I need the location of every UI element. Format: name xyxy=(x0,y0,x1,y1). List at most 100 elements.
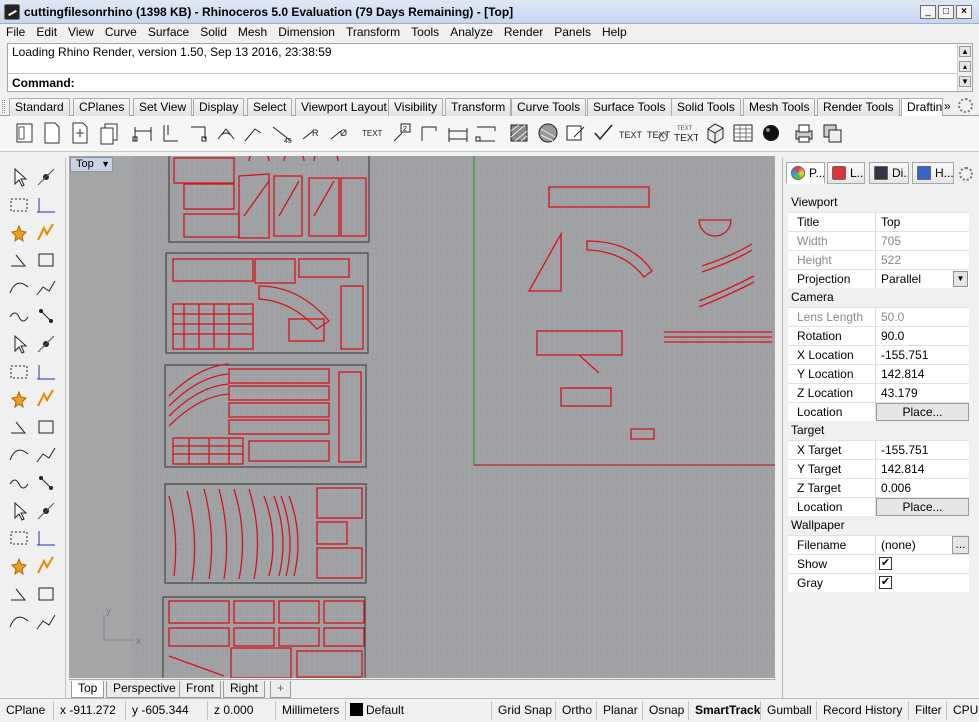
shade-icon[interactable] xyxy=(33,609,59,635)
viewport-menu-arrow-icon[interactable]: ▼ xyxy=(101,158,110,171)
prop-value-title[interactable]: Top xyxy=(876,213,969,231)
vp-tab-right[interactable]: Right xyxy=(223,681,266,698)
menu-dimension[interactable]: Dimension xyxy=(272,24,340,41)
panel-tab-layers[interactable]: L... xyxy=(827,162,865,184)
menu-render[interactable]: Render xyxy=(498,24,548,41)
viewport-title-label[interactable]: Top ▼ xyxy=(70,157,113,172)
prop-value-ytarget[interactable]: 142.814 xyxy=(876,460,969,478)
dim-linear-icon[interactable] xyxy=(131,119,155,147)
curve-icon[interactable] xyxy=(6,275,32,301)
text-icon[interactable] xyxy=(6,581,32,607)
page-icon[interactable] xyxy=(40,119,64,147)
maximize-button[interactable]: □ xyxy=(938,5,954,19)
viewport-canvas[interactable]: y x xyxy=(69,156,775,678)
menu-view[interactable]: View xyxy=(62,24,99,41)
toggle-ortho[interactable]: Ortho xyxy=(556,701,597,720)
status-units[interactable]: Millimeters xyxy=(276,701,346,720)
rectangle-curve-icon[interactable] xyxy=(33,247,59,273)
toggle-smarttrack[interactable]: SmartTrack xyxy=(689,701,761,720)
ellipse-icon[interactable] xyxy=(6,386,32,412)
rhino-app-icon[interactable] xyxy=(4,4,20,20)
tab-drafting[interactable]: Drafting xyxy=(901,98,943,116)
polyline-icon[interactable] xyxy=(6,247,32,273)
prop-value-xtarget[interactable]: -155.751 xyxy=(876,441,969,459)
panel-tab-display[interactable]: Di... xyxy=(869,162,909,184)
layout-options-icon[interactable] xyxy=(820,119,844,147)
text-dim-icon[interactable]: TEXT xyxy=(361,119,385,147)
make2d-icon[interactable] xyxy=(703,119,727,147)
status-layer[interactable]: Default xyxy=(346,701,492,720)
leader-icon[interactable]: 2 xyxy=(390,119,414,147)
diameter-dim-icon[interactable]: Ø xyxy=(328,119,352,147)
tab-surface-tools[interactable]: Surface Tools xyxy=(587,98,672,116)
menu-solid[interactable]: Solid xyxy=(194,24,232,41)
add-page-icon[interactable] xyxy=(68,119,92,147)
toggle-grid-snap[interactable]: Grid Snap xyxy=(492,701,556,720)
tab-viewport-layout[interactable]: Viewport Layout xyxy=(295,98,393,116)
panel-tab-help[interactable]: H... xyxy=(912,162,954,184)
dim-angle-icon[interactable] xyxy=(214,119,238,147)
select-arrow-icon[interactable] xyxy=(6,164,32,190)
grip-handle[interactable] xyxy=(2,100,5,113)
hatch-icon[interactable] xyxy=(507,119,531,147)
tab-transform[interactable]: Transform xyxy=(445,98,512,116)
render-sphere-icon[interactable] xyxy=(759,119,783,147)
menu-mesh[interactable]: Mesh xyxy=(232,24,272,41)
scroll-up-small-icon[interactable]: ▴ xyxy=(959,61,971,72)
tab-mesh-tools[interactable]: Mesh Tools xyxy=(743,98,816,116)
detail-view-icon[interactable] xyxy=(98,119,122,147)
trim-icon[interactable] xyxy=(6,525,32,551)
prop-value-ztarget[interactable]: 0.006 xyxy=(876,479,969,497)
scroll-up-icon[interactable]: ▲ xyxy=(959,46,971,57)
vp-tab-perspective[interactable]: Perspective xyxy=(106,681,183,698)
toggle-filter[interactable]: Filter xyxy=(909,701,947,720)
radial-dim-icon[interactable]: R xyxy=(300,119,324,147)
hatch-pattern-icon[interactable] xyxy=(536,119,560,147)
menu-analyze[interactable]: Analyze xyxy=(444,24,498,41)
browse-button[interactable]: ... xyxy=(952,536,969,554)
tab-curve-tools[interactable]: Curve Tools xyxy=(511,98,587,116)
rect-icon[interactable] xyxy=(6,414,32,440)
menu-panels[interactable]: Panels xyxy=(548,24,596,41)
ordinate-icon[interactable] xyxy=(417,119,441,147)
tab-set-view[interactable]: Set View xyxy=(133,98,193,116)
menu-curve[interactable]: Curve xyxy=(99,24,142,41)
close-button[interactable]: × xyxy=(956,5,972,19)
tab-select[interactable]: Select xyxy=(247,98,293,116)
gear-icon[interactable] xyxy=(958,98,973,113)
tab-standard[interactable]: Standard xyxy=(9,98,70,116)
prop-value-yloc[interactable]: 142.814 xyxy=(876,365,969,383)
interp-curve-icon[interactable] xyxy=(33,275,59,301)
tab-overflow-button[interactable]: » xyxy=(944,99,951,113)
text-object-icon[interactable]: TEXT TEXT xyxy=(674,119,700,147)
text-icon[interactable]: TEXT xyxy=(619,119,643,147)
select-crossing-icon[interactable] xyxy=(33,192,59,218)
check-text-icon[interactable] xyxy=(591,119,615,147)
gray-checkbox[interactable]: ✔ xyxy=(879,576,892,589)
toggle-gumball[interactable]: Gumball xyxy=(761,701,817,720)
box-icon[interactable] xyxy=(33,442,59,468)
new-layout-icon[interactable] xyxy=(13,119,37,147)
vp-tab-top[interactable]: Top xyxy=(71,681,105,698)
menu-tools[interactable]: Tools xyxy=(405,24,444,41)
command-scrollbar[interactable]: ▲ ▴ ▼ xyxy=(957,44,972,91)
scroll-down-icon[interactable]: ▼ xyxy=(959,76,971,87)
dimension-style-icon[interactable] xyxy=(564,119,588,147)
flash-icon[interactable] xyxy=(33,220,59,246)
panel-tab-properties[interactable]: P... xyxy=(786,162,825,184)
join-icon[interactable] xyxy=(33,525,59,551)
vp-tab-add[interactable]: + xyxy=(270,681,292,698)
prop-value-xloc[interactable]: -155.751 xyxy=(876,346,969,364)
tab-solid-tools[interactable]: Solid Tools xyxy=(671,98,741,116)
prop-value-zloc[interactable]: 43.179 xyxy=(876,384,969,402)
arc-icon[interactable] xyxy=(6,331,32,357)
tab-display[interactable]: Display xyxy=(193,98,245,116)
arc-length-icon[interactable] xyxy=(446,119,470,147)
camera-place-button[interactable]: Place... xyxy=(876,403,969,421)
circle-icon[interactable] xyxy=(6,359,32,385)
block-icon[interactable] xyxy=(33,581,59,607)
sketch-icon[interactable] xyxy=(33,359,59,385)
tab-cplanes[interactable]: CPlanes xyxy=(73,98,131,116)
top-viewport[interactable]: y x xyxy=(69,156,775,678)
nurbs-icon[interactable] xyxy=(33,303,59,329)
